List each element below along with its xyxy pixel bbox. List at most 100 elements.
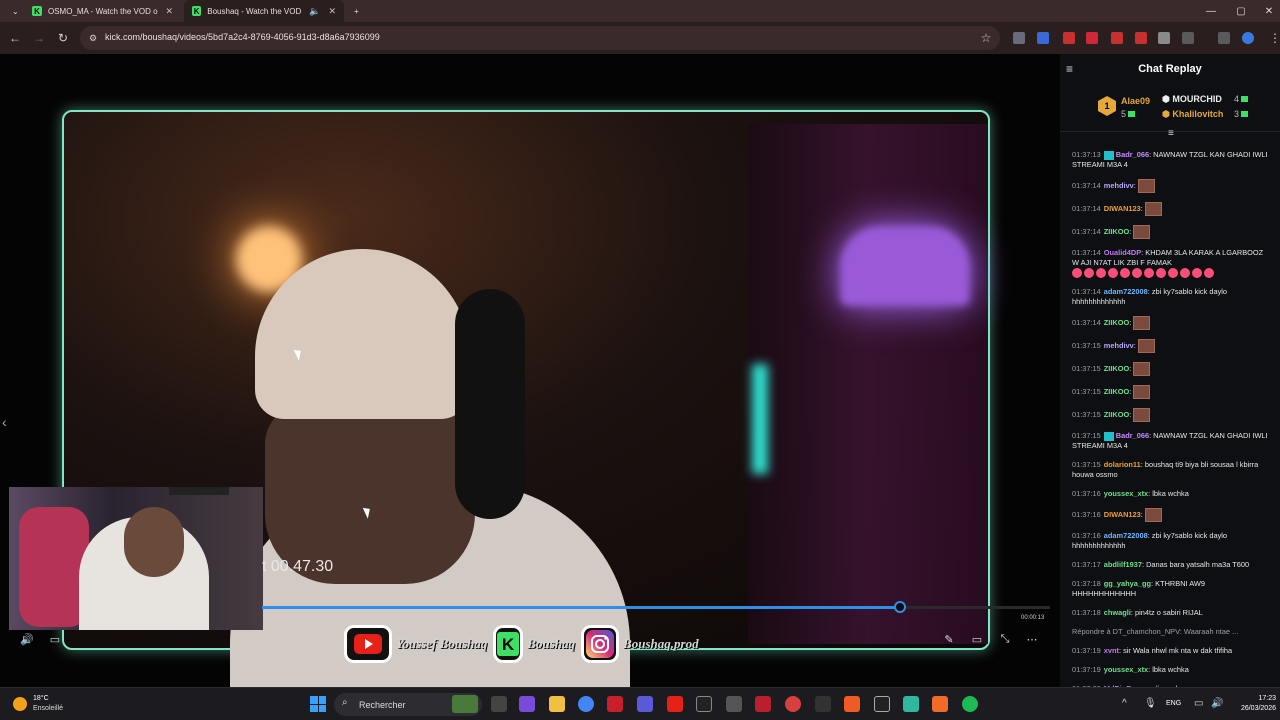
speaker-icon[interactable]: 🔈 <box>309 6 320 17</box>
message-username[interactable]: mehdivv <box>1104 181 1134 190</box>
forward-icon[interactable]: → <box>30 29 48 47</box>
site-info-icon[interactable]: ⚙ <box>84 29 102 47</box>
file-explorer-icon[interactable] <box>549 696 565 712</box>
message-username[interactable]: gg_yahya_gg <box>1104 579 1151 588</box>
temperature[interactable]: 18°C <box>33 695 49 702</box>
message-username[interactable]: ZIIKOO <box>1104 364 1129 373</box>
app-icon[interactable] <box>696 696 712 712</box>
tab-osmo[interactable]: K OSMO_MA - Watch the VOD o ✕ <box>24 0 184 22</box>
message-username[interactable]: youssex_xtx <box>1104 489 1148 498</box>
message-text: pin4tz o sabiri RIJAL <box>1135 608 1203 618</box>
chrome-icon[interactable] <box>578 696 594 712</box>
chat-message: Répondre à DT_chamchon_NPV: Waaraah ntae… <box>1072 627 1270 637</box>
more-options-icon[interactable]: ⋯ <box>1025 632 1039 646</box>
emote-icon <box>1144 202 1162 216</box>
extensions-puzzle-icon[interactable] <box>1182 32 1194 44</box>
message-username[interactable]: chwagli <box>1104 608 1131 617</box>
chevron-left-icon[interactable]: ‹ <box>2 414 7 430</box>
back-icon[interactable]: ← <box>6 29 24 47</box>
speaker-icon[interactable]: 🔊 <box>1211 698 1223 709</box>
profile-avatar[interactable] <box>1242 32 1254 44</box>
leaderboard-third[interactable]: ⬢ Khalilovitch <box>1162 109 1223 120</box>
extension-icon[interactable] <box>1111 32 1123 44</box>
extension-icon[interactable] <box>1037 32 1049 44</box>
app-icon[interactable] <box>932 696 948 712</box>
extension-icon[interactable] <box>1158 32 1170 44</box>
chrome-red-icon[interactable] <box>785 696 801 712</box>
message-username[interactable]: Oualid4DP <box>1104 248 1141 257</box>
youtube-app-icon[interactable] <box>667 696 683 712</box>
windows-start-icon[interactable] <box>310 696 326 712</box>
close-window-icon[interactable]: ✕ <box>1254 0 1280 22</box>
app-icon[interactable] <box>903 696 919 712</box>
network-icon[interactable]: ▭ <box>1194 698 1203 709</box>
message-username[interactable]: dolarion11 <box>1104 460 1141 469</box>
clip-pencil-icon[interactable]: ✎ <box>942 632 956 646</box>
chevron-up-icon[interactable]: ^ <box>1122 698 1127 709</box>
emote-icon <box>1133 225 1151 239</box>
message-username[interactable]: DIWAN123 <box>1104 204 1141 213</box>
sun-icon[interactable] <box>13 697 27 711</box>
spotify-icon[interactable] <box>962 696 978 712</box>
menu-dots-icon[interactable]: ⋮ <box>1266 29 1280 47</box>
app-icon[interactable] <box>726 696 742 712</box>
message-username[interactable]: ZIIKOO <box>1104 387 1129 396</box>
progress-bar[interactable] <box>262 601 1050 613</box>
brave-icon[interactable] <box>844 696 860 712</box>
captions-icon[interactable]: ▭ <box>48 632 62 646</box>
fullscreen-icon[interactable]: ⤡ <box>998 632 1012 646</box>
message-timestamp: 01:37:15 <box>1072 364 1101 373</box>
chat-message: 01:37:14 DIWAN123: <box>1072 202 1270 216</box>
tradingview-icon[interactable] <box>874 696 890 712</box>
close-icon[interactable]: ✕ <box>166 6 174 17</box>
message-username[interactable]: mehdivv <box>1104 341 1134 350</box>
extension-icon[interactable] <box>1063 32 1075 44</box>
extension-icon[interactable] <box>1013 32 1025 44</box>
xm-icon[interactable] <box>815 696 831 712</box>
message-username[interactable]: ZIIKOO <box>1104 410 1129 419</box>
maximize-icon[interactable]: ▢ <box>1226 0 1256 22</box>
message-username[interactable]: xvnt <box>1104 646 1119 655</box>
chat-message: 01:37:19 youssex_xtx: lbka wchka <box>1072 665 1270 675</box>
microphone-icon[interactable]: 🎙 <box>1144 698 1157 709</box>
url-text[interactable]: kick.com/boushaq/videos/5bd7a2c4-8769-40… <box>105 32 380 42</box>
app-icon[interactable] <box>755 696 771 712</box>
tab-list-button[interactable]: ⌄ <box>4 0 22 22</box>
weather-condition[interactable]: Ensoleillé <box>33 705 63 712</box>
app-icon[interactable] <box>607 696 623 712</box>
extension-icon[interactable] <box>1086 32 1098 44</box>
tab-boushaq[interactable]: K Boushaq - Watch the VOD 🔈 ✕ <box>184 0 344 22</box>
message-username[interactable]: DIWAN123 <box>1104 510 1141 519</box>
message-username[interactable]: abdlilf1937 <box>1104 560 1142 569</box>
task-view-icon[interactable] <box>491 696 507 712</box>
close-icon[interactable]: ✕ <box>328 6 336 17</box>
message-username[interactable]: adam722008 <box>1104 287 1148 296</box>
message-username[interactable]: Badr_066 <box>1116 150 1149 159</box>
reload-icon[interactable]: ↻ <box>54 29 72 47</box>
message-timestamp: 01:37:14 <box>1072 180 1101 190</box>
message-username[interactable]: ZIIKOO <box>1104 227 1129 236</box>
filter-icon[interactable]: ≡ <box>1168 128 1174 139</box>
video-player[interactable]: t 00.47.30 00:00:13 🔊 ▭ ✎ ▭ ⤡ ⋯ Youssef … <box>0 54 1060 687</box>
clock-time[interactable]: 17:23 <box>1232 695 1276 702</box>
teams-icon[interactable] <box>637 696 653 712</box>
message-username[interactable]: ZIIKOO <box>1104 318 1129 327</box>
theater-mode-icon[interactable]: ▭ <box>970 632 984 646</box>
new-tab-button[interactable]: + <box>346 0 367 22</box>
reading-list-icon[interactable] <box>1218 32 1230 44</box>
chat-message: 01:37:16 DIWAN123: <box>1072 508 1270 523</box>
language-indicator[interactable]: ENG <box>1166 700 1181 707</box>
minimize-icon[interactable]: — <box>1196 0 1226 22</box>
message-text: NAWNAW TZGL KAN GHADI IWLI STREAMI M3A 4 <box>1072 150 1268 169</box>
bookmark-star-icon[interactable]: ☆ <box>977 29 995 47</box>
message-username[interactable]: Badr_066 <box>1116 431 1149 440</box>
volume-icon[interactable]: 🔊 <box>20 632 34 646</box>
copilot-icon[interactable] <box>519 696 535 712</box>
leaderboard-second[interactable]: ⬢ MOURCHID <box>1162 94 1222 105</box>
message-username[interactable]: adam722008 <box>1104 531 1148 540</box>
clock-date[interactable]: 26/03/2026 <box>1232 705 1276 712</box>
leaderboard-first-name[interactable]: Alae09 <box>1121 96 1150 106</box>
message-username[interactable]: youssex_xtx <box>1104 665 1148 674</box>
extension-icon[interactable] <box>1135 32 1147 44</box>
message-timestamp: 01:37:18 <box>1072 579 1101 589</box>
